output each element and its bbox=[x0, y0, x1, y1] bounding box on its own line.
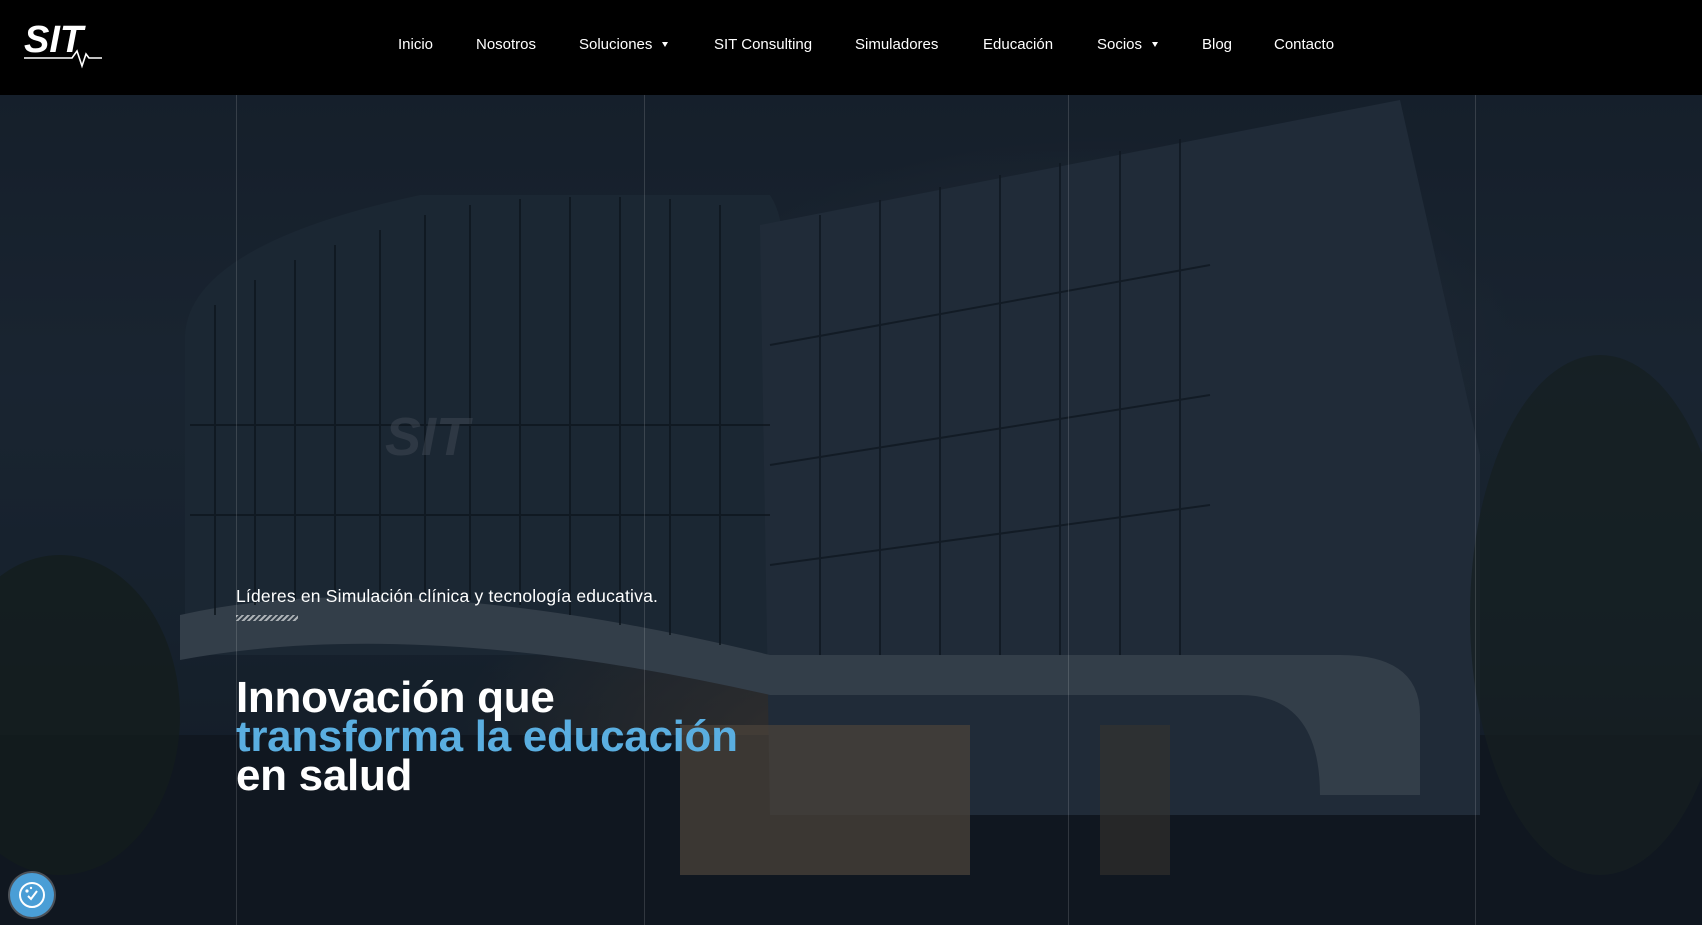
grid-line bbox=[236, 95, 237, 925]
headline-line-3: en salud bbox=[236, 751, 413, 800]
nav-soluciones[interactable]: Soluciones bbox=[579, 36, 669, 53]
hero-tagline: Líderes en Simulación clínica y tecnolog… bbox=[236, 586, 659, 606]
nav-label: Blog bbox=[1202, 36, 1233, 53]
nav-socios[interactable]: Socios bbox=[1097, 36, 1159, 53]
nav-nosotros[interactable]: Nosotros bbox=[476, 36, 536, 53]
nav-label: Nosotros bbox=[476, 36, 537, 53]
decorative-stripes bbox=[236, 615, 298, 621]
cookie-consent-icon[interactable] bbox=[10, 873, 54, 917]
nav-simuladores[interactable]: Simuladores bbox=[855, 36, 938, 53]
nav-educacion[interactable]: Educación bbox=[983, 36, 1053, 53]
nav-label: Simuladores bbox=[855, 36, 939, 53]
nav-sit-consulting[interactable]: SIT Consulting bbox=[714, 36, 812, 53]
nav-label: Educación bbox=[983, 36, 1054, 53]
nav-label: Soluciones bbox=[579, 36, 653, 53]
hero-overlay bbox=[0, 95, 1702, 925]
caret-down-icon bbox=[662, 42, 669, 47]
nav-contacto[interactable]: Contacto bbox=[1274, 36, 1334, 53]
nav-label: SIT Consulting bbox=[714, 36, 813, 53]
nav-inicio[interactable]: Inicio bbox=[398, 36, 433, 53]
grid-line bbox=[1475, 95, 1476, 925]
nav-label: Contacto bbox=[1274, 36, 1335, 53]
hero-section: SIT Líderes en Simulación clínica y tecn… bbox=[0, 95, 1702, 925]
sit-logo[interactable]: SIT bbox=[22, 18, 112, 70]
nav-label: Socios bbox=[1097, 36, 1143, 53]
grid-line bbox=[644, 95, 645, 925]
caret-down-icon bbox=[1152, 42, 1159, 47]
svg-text:SIT: SIT bbox=[24, 19, 86, 61]
nav-label: Inicio bbox=[398, 36, 434, 53]
grid-line bbox=[1068, 95, 1069, 925]
site-header: SIT Inicio Nosotros Soluciones SIT Consu… bbox=[0, 0, 1702, 95]
hero-headline: Innovación que transforma la educación e… bbox=[236, 676, 738, 800]
nav-blog[interactable]: Blog bbox=[1202, 36, 1232, 53]
